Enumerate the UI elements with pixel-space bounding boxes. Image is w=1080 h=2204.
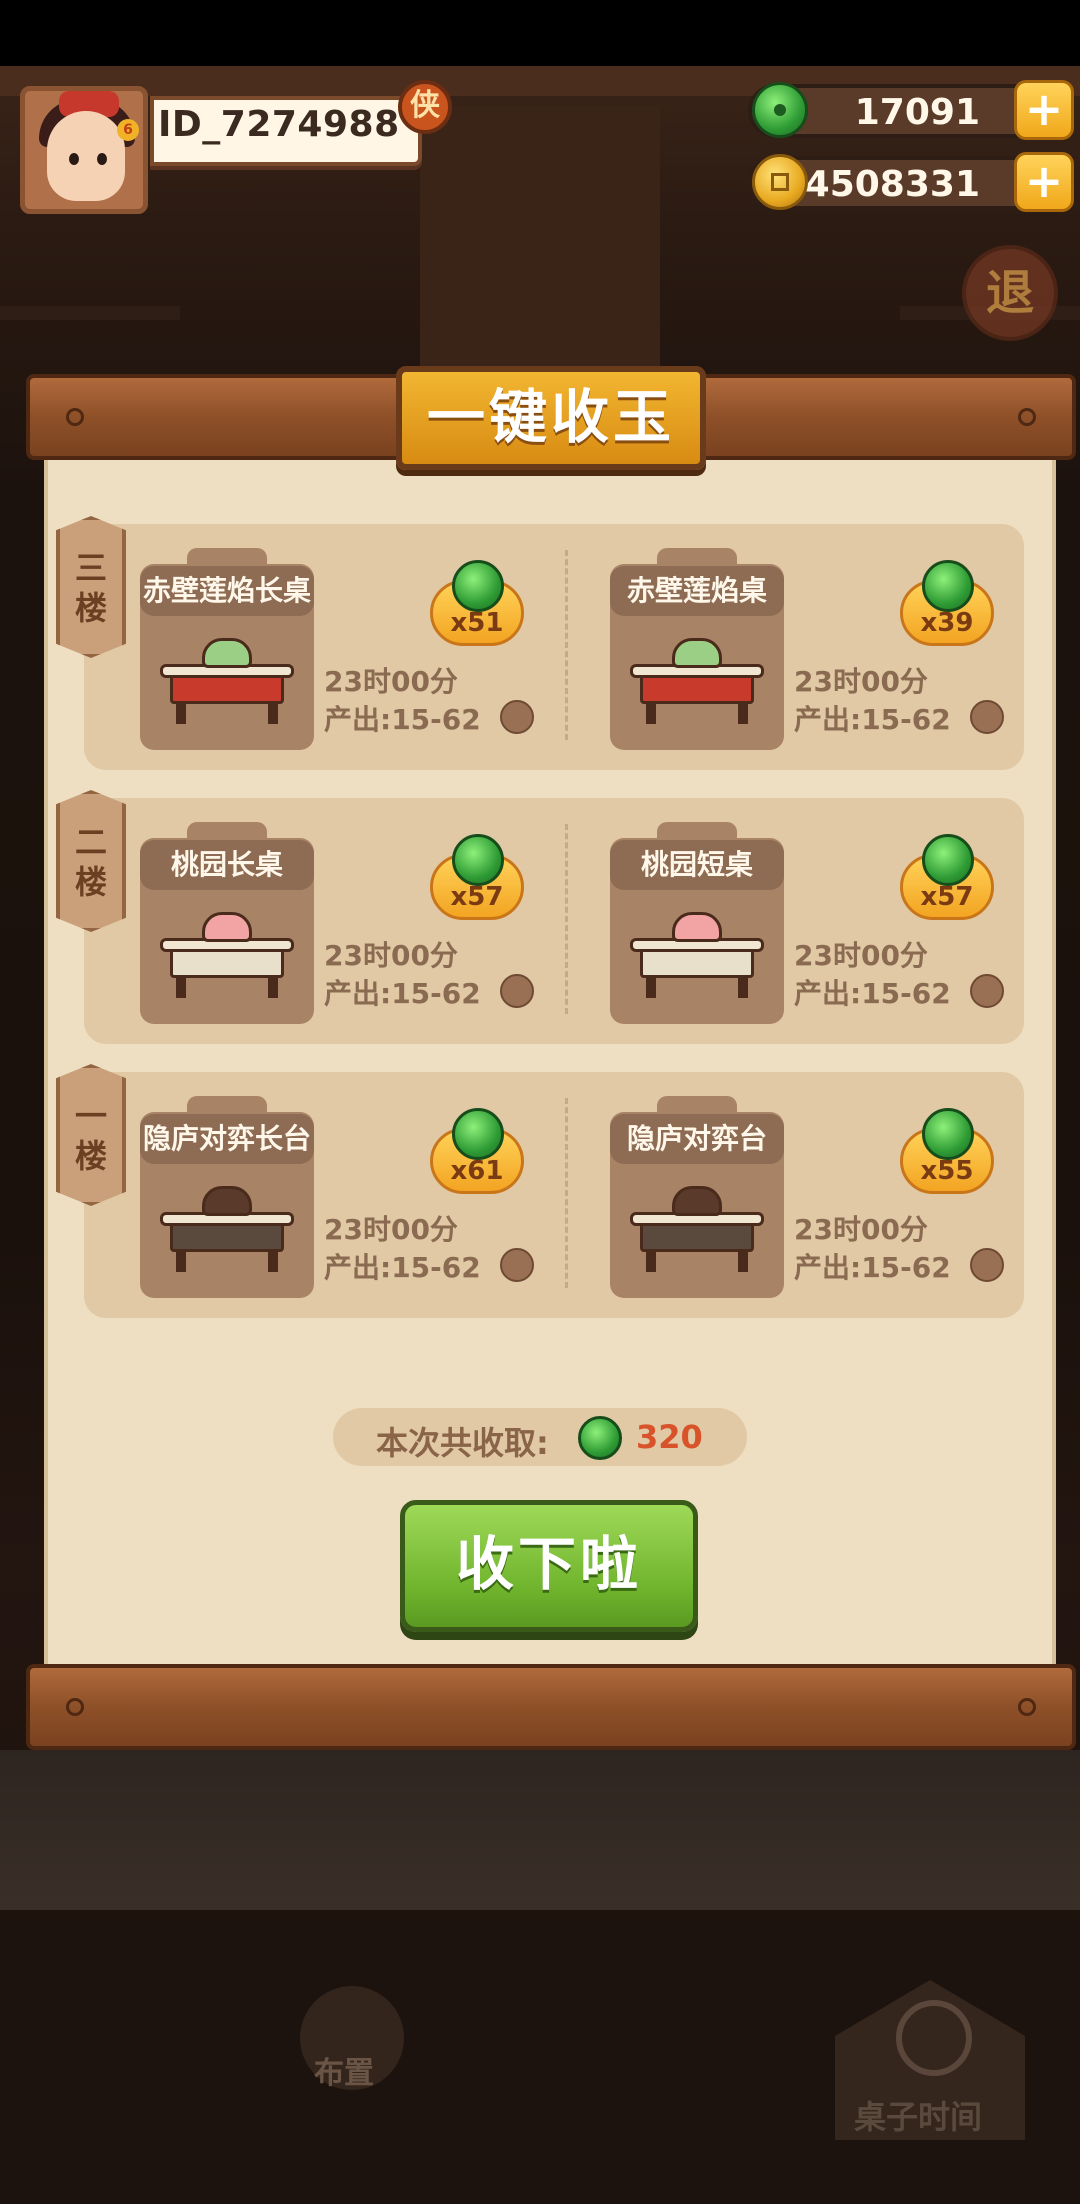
jade-count: x39	[920, 608, 974, 638]
table-furniture-icon	[152, 908, 302, 1008]
table-name: 隐庐对弈台	[610, 1114, 784, 1164]
layout-label: 布置	[314, 2056, 374, 2091]
remaining-time: 23时00分	[794, 939, 928, 972]
jade-reward-bubble: x39	[900, 560, 994, 646]
jade-icon	[578, 1416, 622, 1460]
coin-icon	[970, 974, 1004, 1008]
curtain-rod-left	[0, 306, 180, 320]
divider	[565, 550, 568, 740]
coin-icon	[500, 974, 534, 1008]
hero-badge-icon[interactable]: 侠	[398, 80, 452, 134]
add-coin-button[interactable]: +	[1014, 152, 1074, 212]
panel-title: 一键收玉	[396, 366, 706, 470]
coin-icon	[752, 154, 808, 210]
table-name: 赤壁莲焰长桌	[140, 566, 314, 616]
jade-icon	[452, 1108, 504, 1160]
table-furniture-icon	[622, 634, 772, 734]
table-furniture-icon	[622, 908, 772, 1008]
jade-count: x51	[450, 608, 504, 638]
coin-icon	[970, 1248, 1004, 1282]
flame-icon: 6	[117, 119, 139, 141]
jade-count: x61	[450, 1156, 504, 1186]
jade-icon	[922, 560, 974, 612]
remaining-time: 23时00分	[324, 1213, 458, 1246]
jade-reward-bubble: x57	[430, 834, 524, 920]
table-name: 赤壁莲焰桌	[610, 566, 784, 616]
jade-reward-bubble: x57	[900, 834, 994, 920]
floor-tag-2-label: 二楼	[74, 823, 107, 901]
remaining-time: 23时00分	[324, 939, 458, 972]
coin-icon	[500, 1248, 534, 1282]
jade-reward-bubble: x61	[430, 1108, 524, 1194]
exit-button[interactable]: 退	[962, 245, 1058, 341]
clock-icon	[896, 2000, 972, 2076]
table-name: 桃园长桌	[140, 840, 314, 890]
divider	[565, 824, 568, 1014]
table-name: 隐庐对弈长台	[140, 1114, 314, 1164]
coin-icon	[500, 700, 534, 734]
jade-count: x57	[920, 882, 974, 912]
remaining-time: 23时00分	[324, 665, 458, 698]
table-time-label: 桌子时间	[854, 2098, 983, 2136]
jade-icon	[922, 834, 974, 886]
output-range: 产出:15-62	[324, 1251, 481, 1284]
hanging-scroll	[420, 106, 660, 376]
jade-count: x55	[920, 1156, 974, 1186]
jade-icon	[452, 834, 504, 886]
player-avatar[interactable]: 6	[20, 86, 148, 214]
output-range: 产出:15-62	[324, 703, 481, 736]
jade-amount: 17091	[854, 92, 980, 133]
floor-tag-1-label: 一楼	[74, 1097, 107, 1175]
table-furniture-icon	[152, 634, 302, 734]
remaining-time: 23时00分	[794, 1213, 928, 1246]
jade-icon	[922, 1108, 974, 1160]
total-value: 320	[636, 1418, 703, 1456]
restaurant-floor-scene	[0, 1750, 1080, 1910]
output-range: 产出:15-62	[324, 977, 481, 1010]
jade-reward-bubble: x51	[430, 560, 524, 646]
output-range: 产出:15-62	[794, 703, 951, 736]
coin-icon	[970, 700, 1004, 734]
scroll-rod-bottom	[26, 1664, 1076, 1750]
jade-icon	[752, 82, 808, 138]
player-id-text: ID_7274988	[158, 104, 400, 145]
jade-icon	[452, 560, 504, 612]
add-jade-button[interactable]: +	[1014, 80, 1074, 140]
output-range: 产出:15-62	[794, 977, 951, 1010]
jade-reward-bubble: x55	[900, 1108, 994, 1194]
floor-tag-3-label: 三楼	[74, 549, 107, 627]
table-furniture-icon	[622, 1182, 772, 1282]
output-range: 产出:15-62	[794, 1251, 951, 1284]
collect-button[interactable]: 收下啦	[400, 1500, 698, 1632]
jade-count: x57	[450, 882, 504, 912]
total-label: 本次共收取:	[376, 1424, 549, 1462]
table-name: 桃园短桌	[610, 840, 784, 890]
remaining-time: 23时00分	[794, 665, 928, 698]
table-furniture-icon	[152, 1182, 302, 1282]
coin-amount: 4508331	[804, 164, 980, 205]
divider	[565, 1098, 568, 1288]
